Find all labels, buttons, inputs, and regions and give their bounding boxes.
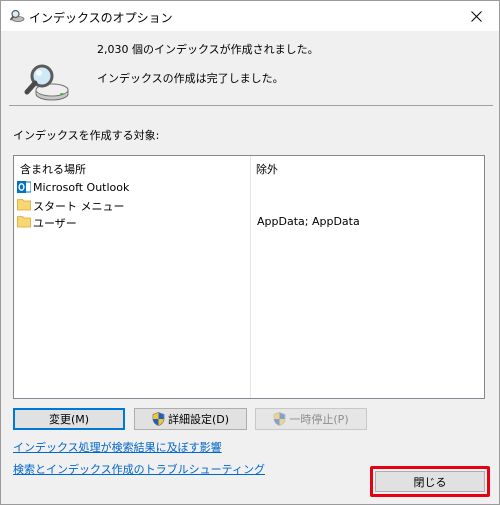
separator [9, 105, 493, 106]
indexing-options-icon [9, 9, 25, 22]
close-icon [470, 10, 482, 22]
column-header-exclude[interactable]: 除外 [256, 161, 278, 177]
uac-shield-icon [152, 412, 165, 426]
troubleshoot-link[interactable]: 検索とインデックス作成のトラブルシューティング [13, 461, 265, 477]
list-item[interactable]: スタート メニュー [17, 197, 477, 213]
window-close-button[interactable] [453, 1, 499, 31]
folder-icon [17, 216, 31, 228]
indexed-count-text: 2,030 個のインデックスが作成されました。 [97, 43, 319, 56]
indexing-effect-link[interactable]: インデックス処理が検索結果に及ぼす影響 [13, 439, 222, 455]
list-item[interactable]: Microsoft Outlook [17, 180, 477, 196]
location-name: Microsoft Outlook [33, 181, 130, 194]
locations-label: インデックスを作成する対象: [13, 129, 160, 142]
location-name: ユーザー [33, 217, 77, 230]
window-title: インデックスのオプション [29, 11, 173, 25]
close-button-highlight [370, 466, 490, 497]
indexing-status-text: インデックスの作成は完了しました。 [97, 72, 284, 85]
uac-shield-icon [274, 412, 286, 426]
folder-icon [17, 199, 31, 211]
indexing-status-icon [24, 64, 69, 101]
list-item[interactable]: ユーザー AppData; AppData [17, 214, 477, 230]
column-header-included[interactable]: 含まれる場所 [20, 161, 86, 177]
modify-button[interactable]: 変更(M) [13, 408, 125, 430]
advanced-button[interactable]: 詳細設定(D) [134, 408, 247, 430]
outlook-icon [17, 181, 31, 193]
indexing-options-window: インデックスのオプション 2,030 個のインデックスが作成されました。 インデ… [0, 0, 500, 505]
pause-button[interactable]: 一時停止(P) [255, 408, 367, 430]
modify-button-label: 変更(M) [48, 413, 90, 426]
pause-button-label: 一時停止(P) [289, 413, 349, 426]
location-exclude: AppData; AppData [257, 215, 360, 228]
title-bar: インデックスのオプション [1, 1, 499, 31]
indexed-locations-list[interactable]: 含まれる場所 除外 Microsoft Outlook スタート メニュー ユー… [13, 155, 485, 399]
advanced-button-label: 詳細設定(D) [167, 413, 230, 426]
location-name: スタート メニュー [33, 200, 125, 213]
